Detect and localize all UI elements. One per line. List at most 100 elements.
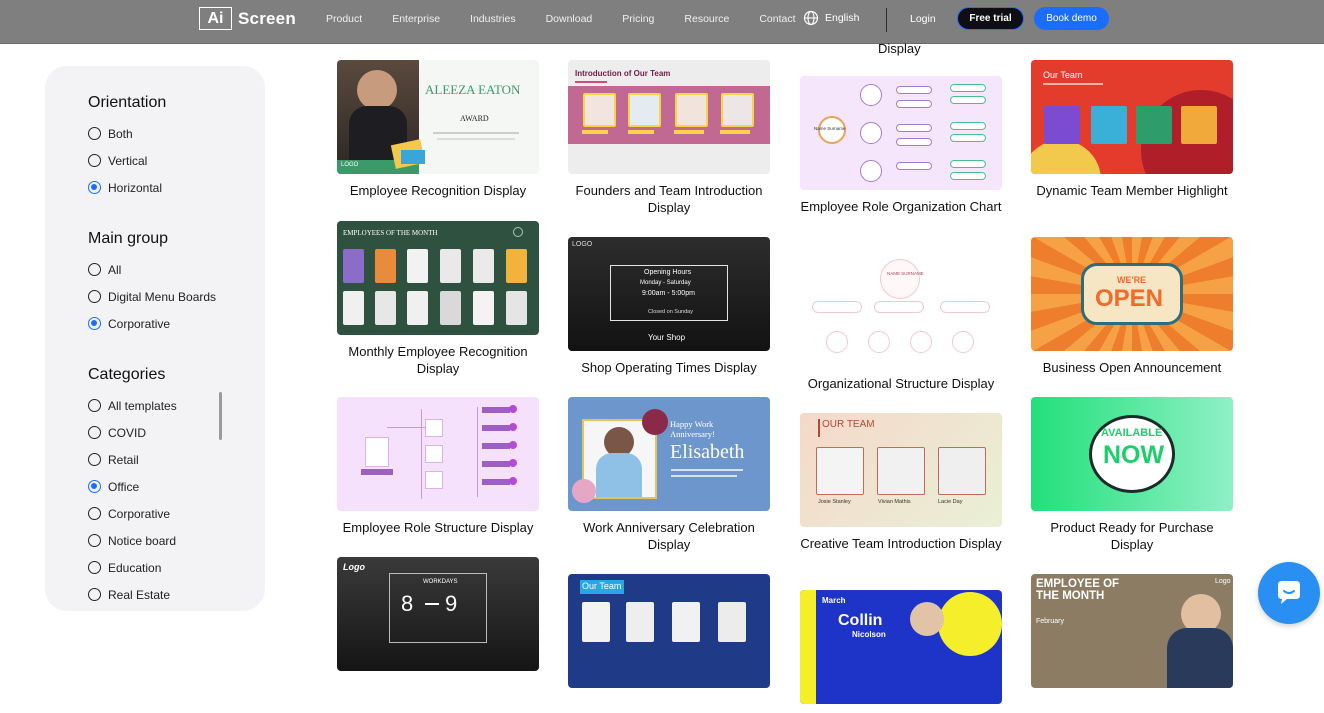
template-thumbnail: March Collin Nicolson [800, 590, 1002, 704]
orientation-option-both[interactable]: Both [88, 120, 166, 147]
root-name-label: Name Surname [814, 126, 846, 131]
category-option-notice-board[interactable]: Notice board [88, 527, 177, 554]
template-thumbnail: EMPLOYEES OF THE MONTH [337, 221, 539, 335]
opening-time: 9:00am - 5:00pm [642, 290, 695, 297]
aiscreen-logo[interactable]: Ai Screen [199, 7, 296, 30]
template-thumbnail: LOGO ALEEZA EATON AWARD [337, 60, 539, 174]
card-title: Work Anniversary Celebration Display [583, 520, 755, 552]
option-label: Vertical [108, 153, 148, 168]
opening-hours-title: Opening Hours [644, 269, 692, 276]
template-thumbnail: Logo WORKDAYS 8 9 [337, 557, 539, 671]
category-option-office[interactable]: Office [88, 473, 177, 500]
partial-card-title[interactable]: Display [878, 41, 921, 56]
language-selector[interactable]: English [803, 10, 859, 26]
category-option-covid[interactable]: COVID [88, 419, 177, 446]
nav-download[interactable]: Download [546, 13, 593, 25]
template-card-march-employee[interactable]: March Collin Nicolson [800, 590, 1002, 713]
radio-icon [88, 399, 101, 412]
logo-text: LOGO [572, 241, 593, 248]
awardee-name: ALEEZA EATON [425, 82, 521, 97]
categories-filter: Categories All templates COVID Retail Of… [88, 366, 177, 608]
template-thumbnail: Name Surname [800, 76, 1002, 190]
nav-industries[interactable]: Industries [470, 13, 516, 25]
orientation-title: Orientation [88, 94, 167, 111]
main-nav: Product Enterprise Industries Download P… [326, 13, 826, 25]
filter-sidebar: Orientation Both Vertical Horizontal Mai… [45, 66, 265, 611]
workdays-label: WORKDAYS [423, 579, 458, 585]
template-card-employee-of-the-month[interactable]: EMPLOYEE OF THE MONTH February Logo [1031, 574, 1233, 697]
option-label: Notice board [108, 533, 177, 548]
thumb-heading: Our Team [1043, 70, 1083, 80]
card-title: Monthly Employee Recognition Display [348, 344, 528, 376]
option-label: Real Estate [108, 587, 171, 602]
radio-selected-icon [88, 480, 101, 493]
template-card-work-anniversary[interactable]: Happy Work Anniversary! Elisabeth Work A… [568, 397, 770, 553]
template-thumbnail: EMPLOYEE OF THE MONTH February Logo [1031, 574, 1233, 688]
template-thumbnail [337, 397, 539, 511]
template-thumbnail: Introduction of Our Team [568, 60, 770, 174]
template-card-business-open[interactable]: WE'RE OPEN Business Open Announcement [1031, 237, 1233, 377]
template-card-product-ready[interactable]: AVAILABLE NOW Product Ready for Purchase… [1031, 397, 1233, 553]
nav-product[interactable]: Product [326, 13, 362, 25]
card-title: Dynamic Team Member Highlight [1036, 183, 1228, 198]
categories-title: Categories [88, 366, 166, 383]
category-option-real-estate[interactable]: Real Estate [88, 581, 177, 608]
template-card-creative-team[interactable]: OUR TEAM Josie Stanley Vivian Mathis Lac… [800, 413, 1002, 553]
nav-pricing[interactable]: Pricing [622, 13, 654, 25]
nav-divider [886, 8, 887, 32]
orientation-option-horizontal[interactable]: Horizontal [88, 174, 166, 201]
template-card-employee-role-organization[interactable]: Name Surname Employee Role Organization … [800, 76, 1002, 216]
card-title: Creative Team Introduction Display [800, 536, 1002, 551]
nav-resource[interactable]: Resource [684, 13, 729, 25]
template-card-founders-team[interactable]: Introduction of Our Team Founders and Te… [568, 60, 770, 216]
template-card-dynamic-team-member[interactable]: Our Team Dynamic Team Member Highlight [1031, 60, 1233, 200]
available-text: AVAILABLE [1101, 427, 1163, 439]
category-option-all-templates[interactable]: All templates [88, 392, 177, 419]
logo-text: Logo [1215, 578, 1231, 585]
card-title: Founders and Team Introduction Display [575, 183, 763, 215]
main-group-option-all[interactable]: All [88, 256, 216, 283]
employee-name: Collin [838, 612, 883, 629]
member-name: Josie Stanley [818, 499, 851, 505]
chat-widget-button[interactable] [1258, 562, 1320, 624]
template-card-monthly-employee-recognition[interactable]: EMPLOYEES OF THE MONTH Monthly Employee … [337, 221, 539, 377]
book-demo-button[interactable]: Book demo [1034, 7, 1109, 30]
login-link[interactable]: Login [910, 13, 936, 25]
radio-icon [88, 127, 101, 140]
option-label: COVID [108, 425, 147, 440]
template-card-workdays-hours[interactable]: Logo WORKDAYS 8 9 [337, 557, 539, 680]
main-group-option-corporative[interactable]: Corporative [88, 310, 216, 337]
radio-icon [88, 290, 101, 303]
nav-enterprise[interactable]: Enterprise [392, 13, 440, 25]
option-label: Office [108, 479, 140, 494]
categories-scrollbar[interactable] [219, 392, 222, 440]
category-option-retail[interactable]: Retail [88, 446, 177, 473]
category-option-corporative[interactable]: Corporative [88, 500, 177, 527]
member-name: Vivian Mathis [878, 499, 911, 505]
template-card-employee-recognition[interactable]: LOGO ALEEZA EATON AWARD Employee Recogni… [337, 60, 539, 200]
option-label: Horizontal [108, 180, 163, 195]
orientation-filter: Orientation Both Vertical Horizontal [88, 94, 166, 201]
radio-selected-icon [88, 181, 101, 194]
thumb-heading: Our Team [582, 581, 622, 591]
template-card-our-team-blue[interactable]: Our Team [568, 574, 770, 697]
template-card-shop-operating-times[interactable]: LOGO Opening Hours Monday - Saturday 9:0… [568, 237, 770, 377]
open-text: OPEN [1095, 285, 1164, 312]
orientation-option-vertical[interactable]: Vertical [88, 147, 166, 174]
nav-contact[interactable]: Contact [759, 13, 795, 25]
logo-text: Logo [343, 562, 365, 572]
option-label: All [108, 262, 122, 277]
chat-bubble-icon [1278, 581, 1300, 604]
category-option-education[interactable]: Education [88, 554, 177, 581]
template-card-employee-role-structure[interactable]: Employee Role Structure Display [337, 397, 539, 537]
template-card-organizational-structure[interactable]: NAME SURNAME Organizational Structure Di… [800, 253, 1002, 393]
main-group-option-digital-menu-boards[interactable]: Digital Menu Boards [88, 283, 216, 310]
card-title: Product Ready for Purchase Display [1050, 520, 1214, 552]
thumb-heading: EMPLOYEE OF THE MONTH [1036, 578, 1120, 602]
logo-text: Screen [238, 8, 296, 28]
opening-days: Monday - Saturday [640, 280, 691, 286]
radio-icon [88, 263, 101, 276]
template-thumbnail: NAME SURNAME [800, 253, 1002, 367]
free-trial-button[interactable]: Free trial [957, 7, 1024, 30]
anniversary-name: Elisabeth [670, 441, 745, 463]
